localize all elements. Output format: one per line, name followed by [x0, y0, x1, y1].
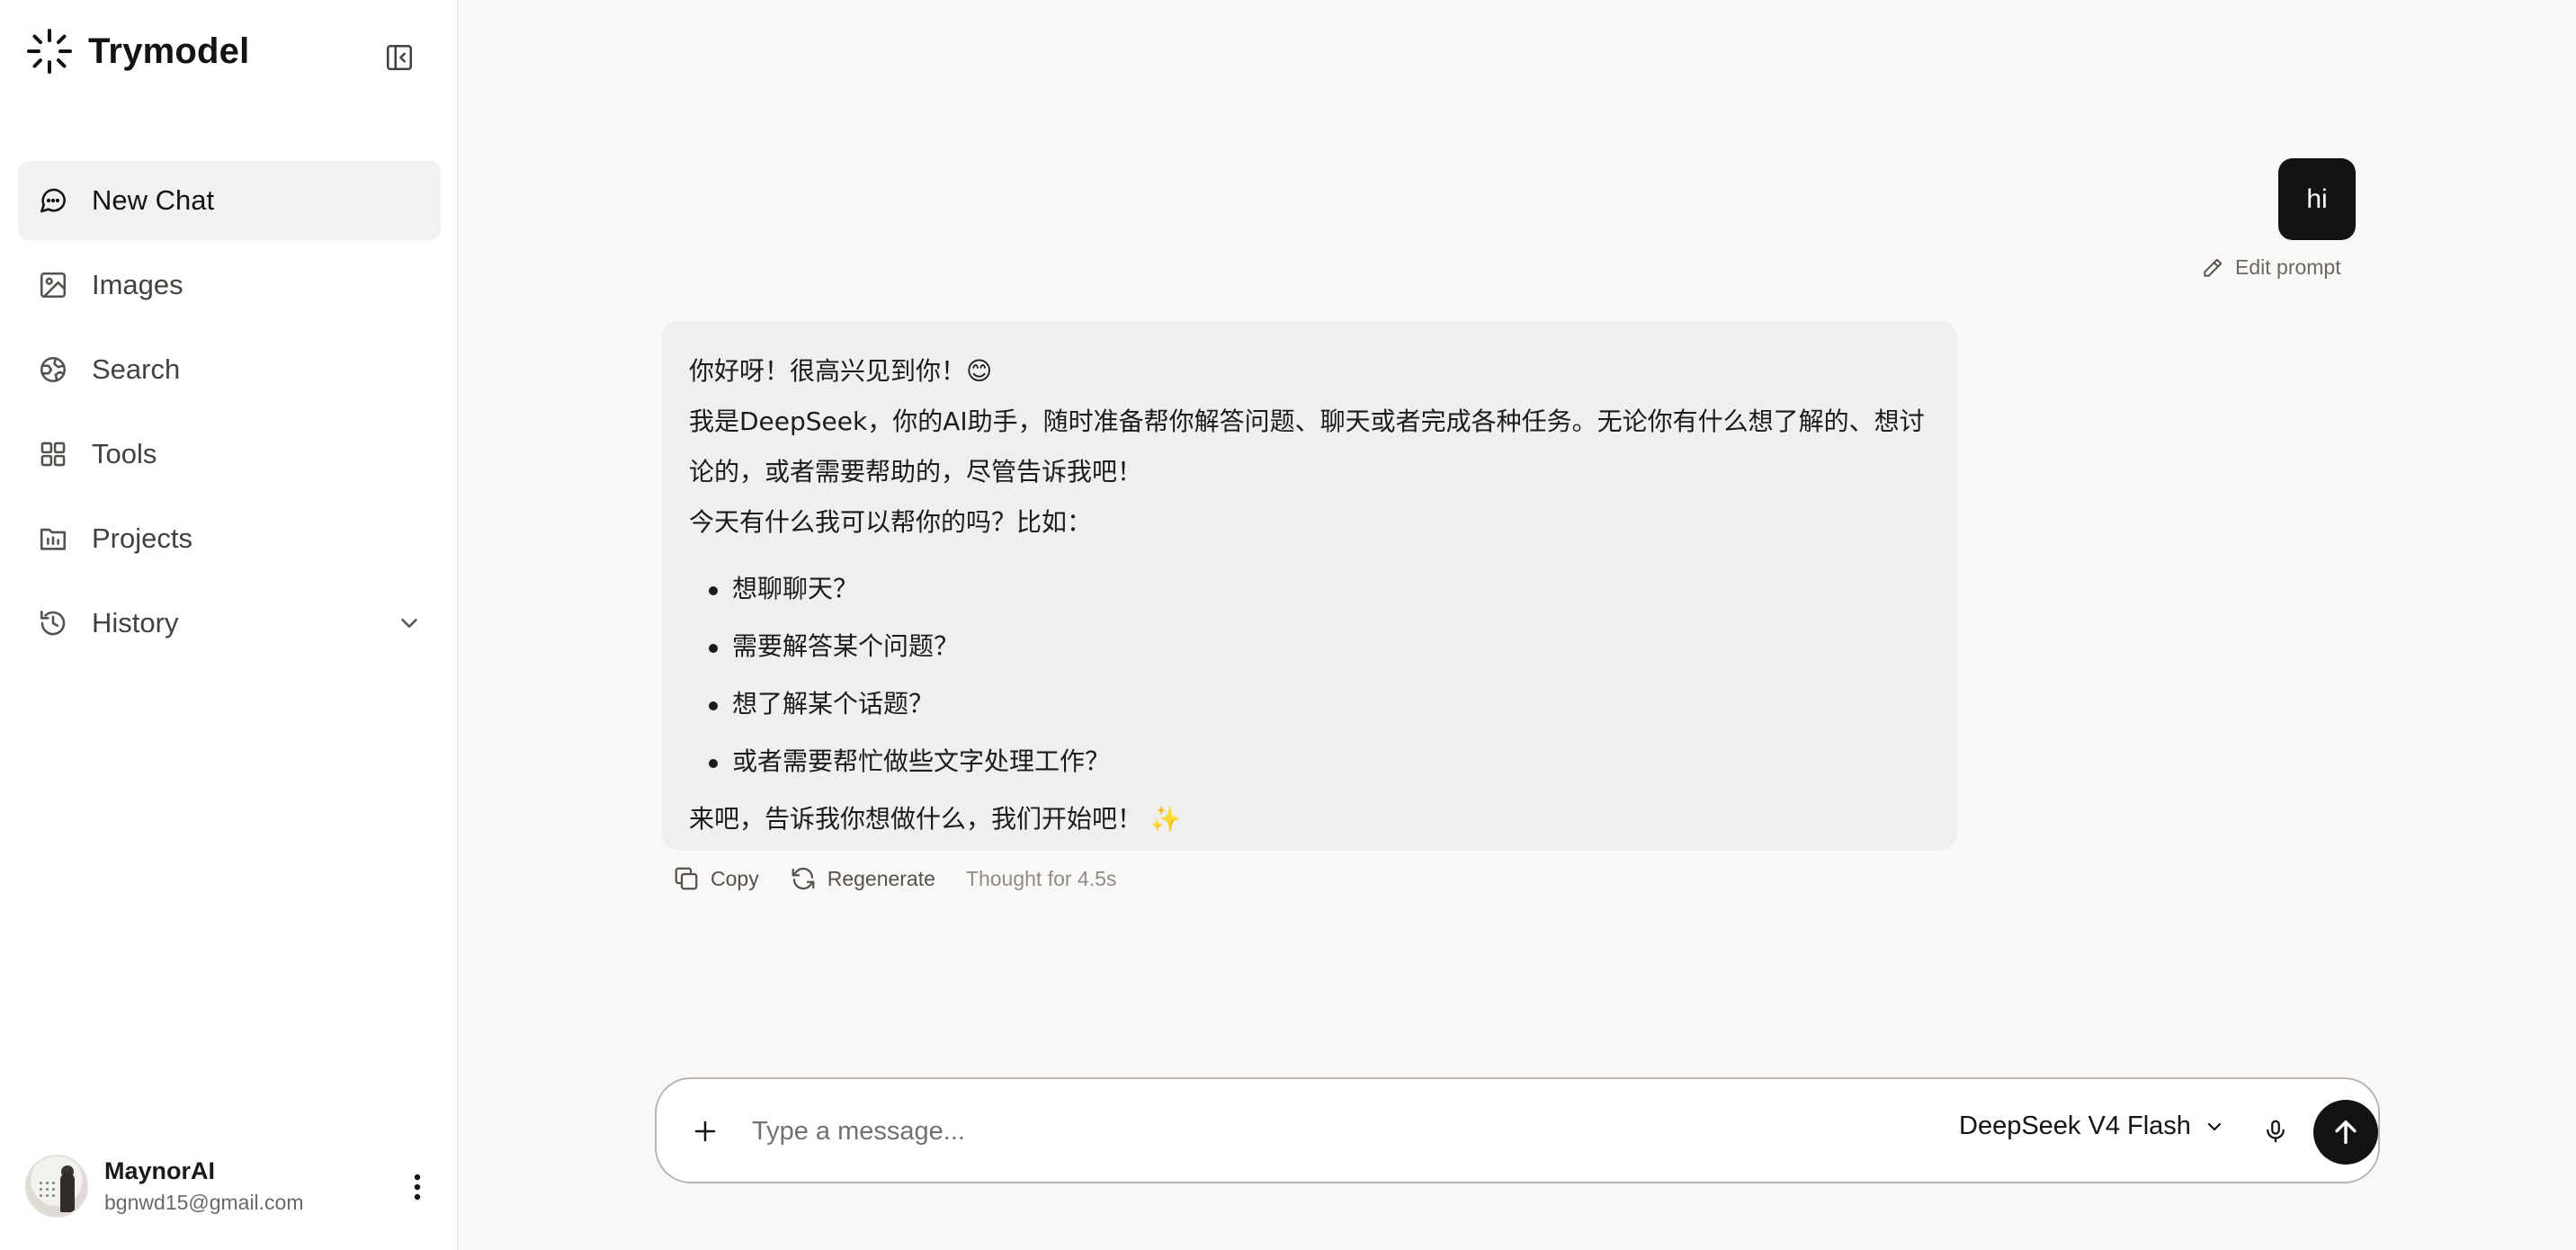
sidebar: Trymodel New Chat Images Search Tools Pr…: [0, 0, 459, 1250]
regenerate-label: Regenerate: [827, 866, 935, 890]
app-root: Trymodel New Chat Images Search Tools Pr…: [0, 0, 2576, 1250]
list-item: 想了解某个话题？: [689, 675, 1930, 733]
refresh-icon: [792, 867, 815, 890]
edit-prompt-button[interactable]: Edit prompt: [2201, 255, 2341, 280]
sidebar-item-label: History: [92, 607, 179, 638]
assistant-intro: 我是DeepSeek，你的AI助手，随时准备帮你解答问题、聊天或者完成各种任务。…: [689, 406, 1925, 487]
chevron-down-icon[interactable]: [396, 610, 423, 637]
image-icon: [36, 268, 70, 302]
avatar[interactable]: [25, 1155, 88, 1218]
sidebar-item-label: Tools: [92, 438, 157, 469]
sidebar-item-label: Projects: [92, 522, 192, 554]
edit-prompt-label: Edit prompt: [2235, 255, 2341, 279]
brand[interactable]: Trymodel: [25, 27, 249, 76]
thought-duration: Thought for 4.5s: [965, 866, 1117, 890]
folder-icon: [36, 522, 70, 556]
sidebar-item-projects[interactable]: Projects: [18, 499, 441, 578]
voice-input-button[interactable]: [2258, 1112, 2294, 1151]
list-item: 想聊聊天？: [689, 560, 1930, 618]
sparkles-icon: ✨: [1149, 804, 1182, 834]
sidebar-item-label: Search: [92, 353, 181, 385]
chat-bubble-icon: [36, 183, 70, 218]
sidebar-collapse-icon: [386, 44, 413, 71]
globe-icon: [36, 353, 70, 387]
sidebar-nav: New Chat Images Search Tools Projects Hi…: [18, 161, 441, 668]
message-input[interactable]: [752, 1106, 1651, 1156]
attach-button[interactable]: [687, 1113, 723, 1149]
user-menu-button[interactable]: [399, 1169, 435, 1205]
user-message-bubble: hi: [2278, 158, 2356, 240]
collapse-sidebar-button[interactable]: [381, 40, 417, 76]
chat-main: hi Edit prompt 你好呀！很高兴见到你！😊 我是DeepSeek，你…: [461, 0, 2576, 1250]
sidebar-item-images[interactable]: Images: [18, 246, 441, 325]
arrow-up-icon: [2335, 1120, 2357, 1145]
chevron-down-icon: [2207, 1122, 2222, 1130]
model-name: DeepSeek V4 Flash: [1959, 1112, 2191, 1140]
microphone-icon: [2267, 1120, 2285, 1143]
sidebar-item-label: Images: [92, 269, 183, 300]
user-info: MaynorAI bgnwd15@gmail.com: [104, 1157, 304, 1215]
user-name: MaynorAI: [104, 1157, 216, 1184]
sidebar-item-history[interactable]: History: [18, 584, 441, 663]
sidebar-item-label: New Chat: [92, 184, 215, 216]
sidebar-item-search[interactable]: Search: [18, 330, 441, 409]
assistant-closing-line: 来吧，告诉我你想做什么，我们开始吧！ ✨: [689, 794, 1930, 844]
model-selector[interactable]: DeepSeek V4 Flash: [1959, 1112, 2225, 1141]
assistant-message-bubble: 你好呀！很高兴见到你！😊 我是DeepSeek，你的AI助手，随时准备帮你解答问…: [662, 321, 1957, 850]
regenerate-button[interactable]: Regenerate: [790, 865, 935, 892]
user-message-text: hi: [2306, 183, 2328, 214]
more-vertical-icon: [414, 1174, 421, 1201]
send-button[interactable]: [2313, 1100, 2378, 1165]
history-icon: [36, 606, 70, 640]
assistant-closing: 来吧，告诉我你想做什么，我们开始吧！: [689, 804, 1143, 834]
list-item: 或者需要帮忙做些文字处理工作？: [689, 733, 1930, 790]
sidebar-item-new-chat[interactable]: New Chat: [18, 161, 441, 240]
copy-icon: [675, 867, 698, 890]
assistant-question: 今天有什么我可以帮你的吗？比如：: [689, 507, 1093, 537]
plus-icon: [694, 1121, 716, 1142]
assistant-greeting: 你好呀！很高兴见到你！😊: [689, 356, 993, 386]
brand-name: Trymodel: [88, 31, 250, 71]
grid-icon: [36, 437, 70, 471]
pencil-icon: [2204, 258, 2223, 277]
message-composer: DeepSeek V4 Flash: [655, 1077, 2380, 1183]
assistant-suggestion-list: 想聊聊天？ 需要解答某个问题？ 想了解某个话题？ 或者需要帮忙做些文字处理工作？: [689, 560, 1930, 790]
trymodel-logo-icon: [27, 29, 72, 74]
list-item: 需要解答某个问题？: [689, 618, 1930, 675]
message-actions: Copy Regenerate Thought for 4.5s: [673, 865, 1116, 892]
sidebar-item-tools[interactable]: Tools: [18, 415, 441, 494]
copy-label: Copy: [711, 866, 759, 890]
copy-button[interactable]: Copy: [673, 865, 759, 892]
user-profile[interactable]: MaynorAI bgnwd15@gmail.com: [25, 1155, 435, 1218]
user-email: bgnwd15@gmail.com: [104, 1191, 304, 1214]
